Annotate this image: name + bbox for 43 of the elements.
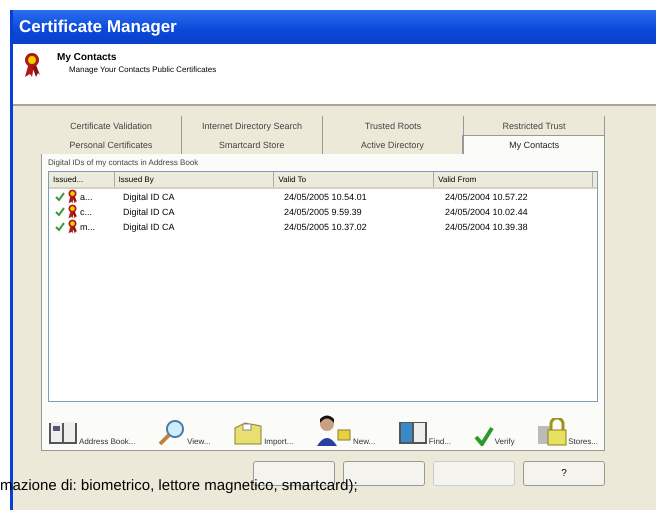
toolbar-button[interactable]: Find... bbox=[398, 414, 452, 446]
magnifier-icon bbox=[158, 418, 186, 446]
list-row[interactable]: a... Digital ID CA 24/05/2005 10.54.01 24/05/2004 10.57.22 bbox=[49, 189, 597, 204]
toolbar-button[interactable]: New... bbox=[316, 414, 376, 446]
window-title: Certificate Manager bbox=[19, 17, 177, 37]
ribbon-icon bbox=[67, 204, 78, 219]
book-icon bbox=[48, 420, 78, 446]
checkmark-icon bbox=[474, 426, 494, 446]
list-row[interactable]: c... Digital ID CA 24/05/2005 9.59.39 24/05/2004 10.02.44 bbox=[49, 204, 597, 219]
table-cell: 24/05/2005 9.59.39 bbox=[284, 206, 362, 216]
table-cell: 24/05/2005 10.37.02 bbox=[284, 222, 367, 232]
ribbon-icon bbox=[23, 52, 41, 78]
table-cell: 24/05/2004 10.57.22 bbox=[445, 192, 528, 202]
ribbon-icon bbox=[67, 219, 78, 234]
toolbar-button[interactable]: Import... bbox=[233, 414, 294, 446]
list-caption: Digital IDs of my contacts in Address Book bbox=[48, 158, 200, 167]
table-cell: 24/05/2005 10.54.01 bbox=[284, 192, 367, 202]
toolbar-button[interactable]: Stores... bbox=[537, 414, 598, 446]
table-cell: 24/05/2004 10.02.44 bbox=[445, 206, 528, 216]
folder-icon bbox=[233, 420, 264, 446]
column-header[interactable]: Issued By bbox=[114, 172, 274, 187]
table-cell: Digital ID CA bbox=[123, 222, 175, 232]
list-row[interactable]: m... Digital ID CA 24/05/2005 10.37.02 24/05/2004 10.39.38 bbox=[49, 219, 597, 234]
table-cell: Digital ID CA bbox=[123, 192, 175, 202]
column-header[interactable]: Issued... bbox=[49, 172, 115, 187]
dialog-button[interactable]: ? bbox=[523, 461, 605, 486]
toolbar-button[interactable]: Address Book... bbox=[48, 414, 136, 446]
ribbon-icon bbox=[67, 189, 78, 204]
tab[interactable]: My Contacts bbox=[463, 135, 605, 154]
table-cell: Digital ID CA bbox=[123, 206, 175, 216]
section-title: My Contacts bbox=[57, 52, 118, 63]
table-cell: a... bbox=[80, 192, 93, 202]
column-header[interactable]: Valid From bbox=[434, 172, 593, 187]
toolbar-button[interactable]: Verify bbox=[474, 414, 515, 446]
table-cell: 24/05/2004 10.39.38 bbox=[445, 222, 528, 232]
table-cell: m... bbox=[80, 222, 95, 232]
padlock-icon bbox=[537, 418, 568, 446]
book-icon bbox=[398, 420, 428, 446]
section-subtitle: Manage Your Contacts Public Certificates bbox=[68, 65, 216, 74]
column-header[interactable]: Valid To bbox=[274, 172, 434, 187]
table-cell: c... bbox=[80, 206, 92, 216]
people-icon bbox=[316, 414, 352, 446]
toolbar-button[interactable]: View... bbox=[158, 414, 210, 446]
